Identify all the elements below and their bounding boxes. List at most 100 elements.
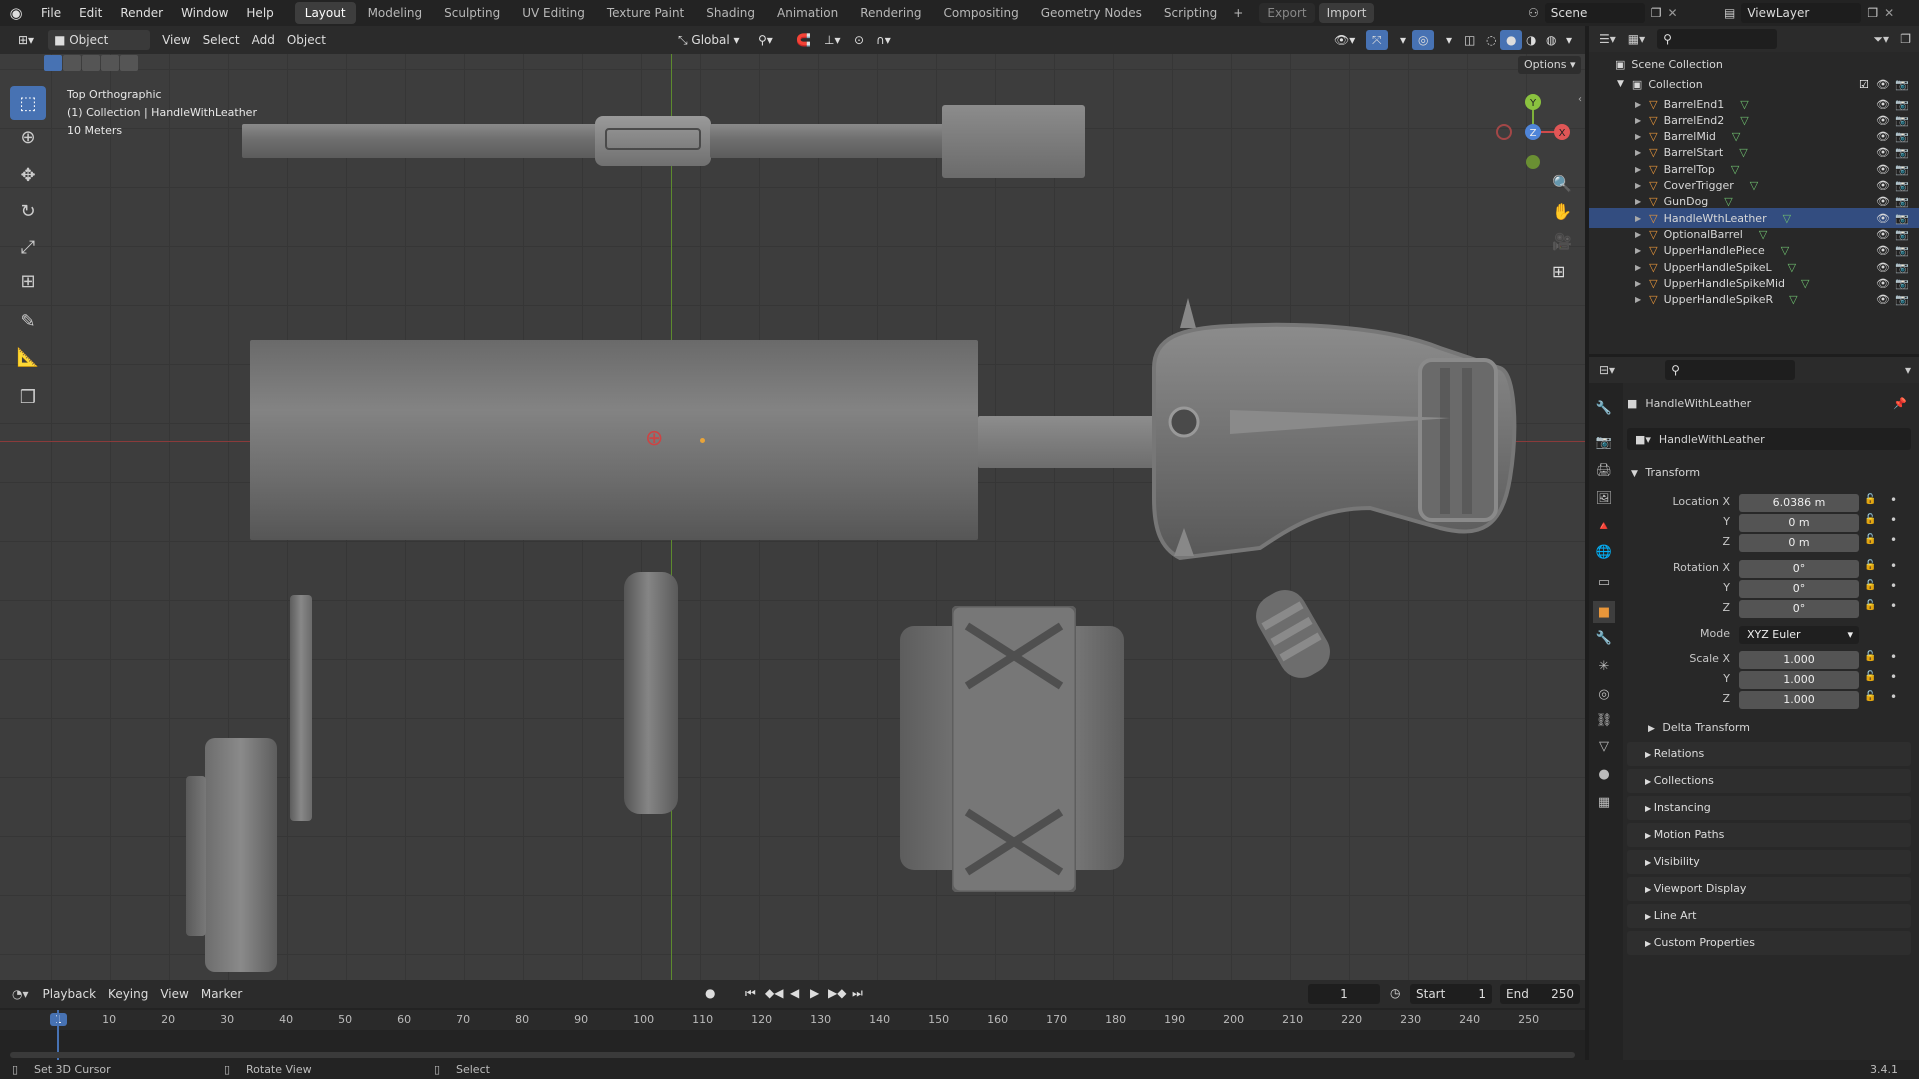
timeline-menu-view[interactable]: View xyxy=(154,984,194,1004)
gizmo-toggle-icon[interactable]: ⤧ xyxy=(1366,30,1388,50)
start-frame-field[interactable]: Start 1 xyxy=(1410,984,1492,1004)
import-button[interactable]: Import xyxy=(1318,3,1375,23)
panel-collections[interactable]: ▶ Collections xyxy=(1627,769,1911,793)
workspace-tab-geometry-nodes[interactable]: Geometry Nodes xyxy=(1031,2,1152,24)
render-camera-icon[interactable]: 📷 xyxy=(1895,261,1909,274)
rotation-z-field[interactable]: 0° xyxy=(1739,600,1859,618)
add-workspace-button[interactable]: + xyxy=(1227,6,1249,20)
render-camera-icon[interactable]: 📷 xyxy=(1895,163,1909,176)
measure-tool-icon[interactable]: 📐 xyxy=(10,340,46,374)
modifier-tab-icon[interactable]: 🔧 xyxy=(1593,627,1615,649)
expand-arrow-icon[interactable]: ▶ xyxy=(1635,132,1641,141)
transform-orientation-dropdown[interactable]: ⤡ Global ▾ xyxy=(672,30,746,50)
navigation-gizmo[interactable]: Y X Z xyxy=(1490,84,1570,174)
overlays-toggle-icon[interactable]: ◎ xyxy=(1412,30,1435,50)
auto-keying-icon[interactable]: ● xyxy=(705,986,715,1000)
expand-arrow-icon[interactable]: ▶ xyxy=(1635,230,1641,239)
keyframe-dot-icon[interactable]: • xyxy=(1890,599,1897,613)
falloff-icon[interactable]: ∩▾ xyxy=(870,30,897,50)
collapse-arrow-icon[interactable]: ▼ xyxy=(1617,79,1624,89)
expand-arrow-icon[interactable]: ▶ xyxy=(1635,165,1641,174)
render-camera-icon[interactable]: 📷 xyxy=(1895,277,1909,290)
barrel-end2-mesh[interactable] xyxy=(290,595,312,821)
cursor-tool-icon[interactable]: ⊕ xyxy=(10,120,46,154)
menu-help[interactable]: Help xyxy=(237,0,282,26)
editor-type-icon[interactable]: ⊞▾ xyxy=(12,30,40,50)
render-camera-icon[interactable]: 📷 xyxy=(1895,293,1909,306)
render-camera-icon[interactable]: 📷 xyxy=(1895,179,1909,192)
expand-arrow-icon[interactable]: ▶ xyxy=(1635,279,1641,288)
lock-icon[interactable]: 🔓 xyxy=(1864,494,1876,505)
pivot-point-icon[interactable]: ⚲▾ xyxy=(752,30,779,50)
texture-tab-icon[interactable]: ▦ xyxy=(1593,791,1615,813)
add-cube-tool-icon[interactable]: ❒ xyxy=(10,380,46,414)
workspace-tab-layout[interactable]: Layout xyxy=(294,2,356,24)
play-reverse-icon[interactable]: ◀ xyxy=(790,986,799,1000)
outliner-object-row[interactable]: ▶ ▽ UpperHandleSpikeR ▽ 👁 📷 xyxy=(1589,290,1919,310)
render-camera-icon[interactable]: 📷 xyxy=(1895,212,1909,225)
panel-viewport-display[interactable]: ▶ Viewport Display xyxy=(1627,877,1911,901)
view-layer-icon[interactable]: ▤ xyxy=(1724,6,1735,20)
snap-icon[interactable]: 🧲 xyxy=(790,30,817,50)
visibility-selectability-icon[interactable]: 👁▾ xyxy=(1328,30,1361,50)
proportional-editing-icon[interactable]: ⊙ xyxy=(848,30,870,50)
expand-arrow-icon[interactable]: ▶ xyxy=(1635,100,1641,109)
properties-search-input[interactable]: ⚲ xyxy=(1665,360,1796,380)
panel-relations[interactable]: ▶ Relations xyxy=(1627,742,1911,766)
barrel-end1-mesh[interactable] xyxy=(624,572,678,814)
viewport-menu-add[interactable]: Add xyxy=(246,30,281,50)
visibility-eye-icon[interactable]: 👁 xyxy=(1876,293,1890,306)
rotation-mode-dropdown[interactable]: XYZ Euler ▾ xyxy=(1739,626,1859,644)
timeline-menu-playback[interactable]: Playback xyxy=(37,984,103,1004)
world-tab-icon[interactable]: 🌐 xyxy=(1593,541,1615,563)
workspace-tab-texture-paint[interactable]: Texture Paint xyxy=(597,2,694,24)
visibility-eye-icon[interactable]: 👁 xyxy=(1876,130,1890,143)
barrel-end-mesh[interactable] xyxy=(942,105,1085,178)
barrel-top-mid-mesh[interactable] xyxy=(710,124,952,158)
workspace-tab-animation[interactable]: Animation xyxy=(767,2,848,24)
scale-tool-icon[interactable]: ⤢ xyxy=(10,230,46,264)
keyframe-dot-icon[interactable]: • xyxy=(1890,579,1897,593)
handle-with-leather-mesh[interactable] xyxy=(1140,278,1545,698)
render-camera-icon[interactable]: 📷 xyxy=(1895,130,1909,143)
data-tab-icon[interactable]: ▽ xyxy=(1593,735,1615,757)
visibility-eye-icon[interactable]: 👁 xyxy=(1876,114,1890,127)
keyframe-dot-icon[interactable]: • xyxy=(1890,493,1897,507)
lock-icon[interactable]: 🔓 xyxy=(1864,560,1876,571)
optional-barrel-mesh[interactable] xyxy=(250,340,978,540)
expand-arrow-icon[interactable]: ▶ xyxy=(1635,116,1641,125)
jump-start-icon[interactable]: ⏮ xyxy=(745,986,756,1001)
rotation-y-field[interactable]: 0° xyxy=(1739,580,1859,598)
jump-end-icon[interactable]: ⏭ xyxy=(852,986,863,1001)
physics-tab-icon[interactable]: ◎ xyxy=(1593,683,1615,705)
move-tool-icon[interactable]: ✥ xyxy=(10,158,46,192)
menu-window[interactable]: Window xyxy=(172,0,237,26)
panel-instancing[interactable]: ▶ Instancing xyxy=(1627,796,1911,820)
render-tab-icon[interactable]: 📷 xyxy=(1593,431,1615,453)
visibility-eye-icon[interactable]: 👁 xyxy=(1876,212,1890,225)
visibility-eye-icon[interactable]: 👁 xyxy=(1876,146,1890,159)
select-intersect-icon[interactable] xyxy=(120,55,138,71)
tool-tab-icon[interactable]: 🔧 xyxy=(1593,397,1615,419)
select-new-icon[interactable] xyxy=(44,55,62,71)
play-icon[interactable]: ▶ xyxy=(810,986,819,1000)
object-tab-icon[interactable]: ■ xyxy=(1593,601,1615,623)
camera-view-icon[interactable]: 🎥 xyxy=(1552,232,1572,251)
blender-logo-icon[interactable]: ◉ xyxy=(0,4,32,22)
workspace-tab-uv-editing[interactable]: UV Editing xyxy=(512,2,595,24)
menu-render[interactable]: Render xyxy=(111,0,172,26)
object-mode-dropdown[interactable]: ■ Object Mode ▾ xyxy=(48,30,151,67)
lock-icon[interactable]: 🔓 xyxy=(1864,651,1876,662)
new-collection-icon[interactable]: ❐ xyxy=(1900,32,1911,46)
viewport-menu-select[interactable]: Select xyxy=(197,30,246,50)
lock-icon[interactable]: 🔓 xyxy=(1864,534,1876,545)
panel-visibility[interactable]: ▶ Visibility xyxy=(1627,850,1911,874)
rotate-tool-icon[interactable]: ↻ xyxy=(10,194,46,228)
transform-tool-icon[interactable]: ⊞ xyxy=(10,264,46,298)
location-x-field[interactable]: 6.0386 m xyxy=(1739,494,1859,512)
view-layer-tab-icon[interactable]: 🖼 xyxy=(1593,487,1615,509)
scene-tab-icon[interactable]: 🔺 xyxy=(1593,515,1615,537)
workspace-tab-modeling[interactable]: Modeling xyxy=(358,2,433,24)
keyframe-dot-icon[interactable]: • xyxy=(1890,670,1897,684)
location-y-field[interactable]: 0 m xyxy=(1739,514,1859,532)
